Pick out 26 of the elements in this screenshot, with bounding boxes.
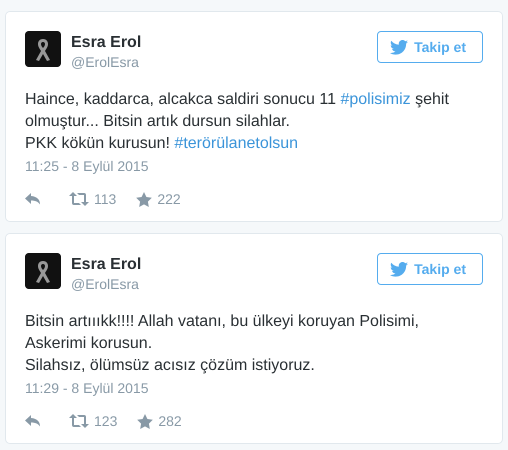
tweet-timestamp[interactable]: 11:25 - 8 Eylül 2015 [25,157,483,175]
retweet-icon[interactable] [69,414,89,428]
retweet-count: 113 [94,191,116,207]
author-name[interactable]: Esra Erol [71,255,142,275]
tweet-text: Bitsin artıııkk!!!! Allah vatanı, bu ülkeyi koruyan Polisimi, Askerimi korusun. Silahsız, ölümsüz acısız çözüm istiyoruz. [25,312,420,376]
bird-icon [390,40,408,54]
reply-icon[interactable] [25,192,41,206]
retweet-icon[interactable] [69,192,89,206]
star-icon[interactable] [137,414,154,428]
like-count: 282 [158,413,182,429]
ribbon-avatar-icon[interactable] [25,253,61,289]
author-handle[interactable]: @ErolEsra [71,275,142,293]
bird-icon [390,262,408,276]
star-icon[interactable] [136,192,152,206]
like-count: 222 [157,191,181,207]
tweet-timestamp[interactable]: 11:29 - 8 Eylül 2015 [25,379,483,397]
retweet-count: 123 [94,413,118,429]
reply-icon[interactable] [25,414,41,428]
follow-button[interactable]: Takip et [377,31,483,63]
follow-button[interactable]: Takip et [377,253,483,285]
hashtag-link[interactable]: #polisimiz [340,91,411,108]
author-name[interactable]: Esra Erol [71,33,142,53]
author-handle[interactable]: @ErolEsra [71,53,142,71]
hashtag-link[interactable]: #terörülanetolsun [174,135,298,152]
ribbon-avatar-icon[interactable] [25,31,61,67]
tweet-text: Haince, kaddarca, alcakca saldiri sonucu 11 #polisimiz şehit olmuştur... Bitsin artık dursun silahlar. PKK kökün kurusun! #terörülanetolsun [25,90,450,154]
